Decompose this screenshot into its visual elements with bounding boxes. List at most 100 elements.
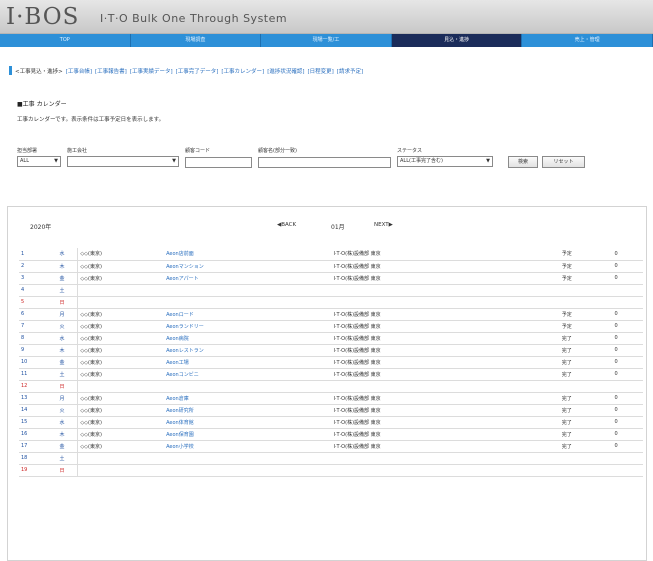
customer-name-label: 顧客名(部分一致) (258, 148, 297, 154)
calendar-row: 15 水 ◇◇(東京) Aeon体育館 I·T·O(株)設備部 東京 完了 0 (19, 416, 643, 429)
site-name-link[interactable]: Aeonランドリー (164, 320, 332, 333)
customer-cell (77, 296, 165, 309)
site-name-link[interactable]: Aeonアパート (164, 272, 332, 285)
page-title: ■工事 カレンダー (17, 101, 67, 108)
customer-cell: ◇◇(東京) (77, 368, 165, 381)
site-name-link[interactable]: Aeonロード (164, 308, 332, 321)
count-cell: 0 (612, 248, 643, 261)
breadcrumb-link-report[interactable]: [工事報告書] (95, 67, 127, 75)
status-cell: 予定 (559, 272, 613, 285)
calendar-day-number: 6 (19, 308, 58, 321)
contractor-cell: I·T·O(株)設備部 東京 (331, 332, 560, 345)
site-name-link[interactable]: Aeon保育園 (164, 428, 332, 441)
calendar-weekday: 火 (57, 404, 79, 417)
calendar-row: 18 土 (19, 452, 643, 465)
site-name-link[interactable]: Aeonレストラン (164, 344, 332, 357)
nav-tab-top[interactable]: TOP (0, 34, 131, 47)
site-name-link[interactable]: Aeon工場 (164, 356, 332, 369)
breadcrumb-link-results[interactable]: [工事実績データ] (130, 67, 173, 75)
count-cell: 0 (612, 332, 643, 345)
count-cell: 0 (612, 272, 643, 285)
status-cell: 予定 (559, 308, 613, 321)
calendar-weekday: 水 (57, 332, 79, 345)
site-name-link[interactable]: Aeon店前面 (164, 248, 332, 261)
calendar-row: 6 月 ◇◇(東京) Aeonロード I·T·O(株)設備部 東京 予定 0 (19, 308, 643, 321)
dept-select[interactable]: ALL ▼ (17, 156, 61, 167)
site-name-link[interactable]: Aeon小学校 (164, 440, 332, 453)
calendar-back-button[interactable]: ◀BACK (277, 222, 296, 228)
site-name-link[interactable]: Aeonコンビニ (164, 368, 332, 381)
calendar-weekday: 水 (57, 416, 79, 429)
site-name-link[interactable]: Aeon研究所 (164, 404, 332, 417)
status-select[interactable]: ALL(工事完了含む) ▼ (397, 156, 493, 167)
chevron-down-icon: ▼ (486, 158, 490, 164)
customer-cell: ◇◇(東京) (77, 344, 165, 357)
calendar-row: 10 金 ◇◇(東京) Aeon工場 I·T·O(株)設備部 東京 完了 0 (19, 356, 643, 369)
calendar-row: 1 水 ◇◇(東京) Aeon店前面 I·T·O(株)設備部 東京 予定 0 (19, 248, 643, 261)
count-cell (612, 284, 643, 297)
calendar-weekday: 土 (57, 284, 79, 297)
status-cell: 完了 (559, 428, 613, 441)
calendar-weekday: 土 (57, 368, 79, 381)
calendar-weekday: 金 (57, 440, 79, 453)
calendar-row: 5日 (19, 296, 643, 309)
nav-tab-progress[interactable]: 見込・進捗 (391, 34, 523, 47)
breadcrumb-link-status[interactable]: [進捗状況確認] (267, 67, 304, 75)
status-cell: 予定 (559, 320, 613, 333)
nav-tab-site-list[interactable]: 現場一覧/工 (261, 34, 392, 47)
count-cell: 0 (612, 260, 643, 273)
customer-code-label: 顧客コード (185, 148, 211, 154)
site-name-link[interactable]: Aeon体育館 (164, 416, 332, 429)
status-cell: 完了 (559, 332, 613, 345)
customer-name-input[interactable] (258, 157, 391, 168)
contractor-cell (331, 296, 560, 309)
calendar-weekday: 木 (57, 260, 79, 273)
calendar-day-number: 2 (19, 260, 58, 273)
main-nav: TOP 現場調査 現場一覧/工 見込・進捗 売上・管理 (0, 34, 653, 47)
contractor-cell: I·T·O(株)設備部 東京 (331, 248, 560, 261)
status-select-value: ALL(工事完了含む) (400, 158, 443, 164)
calendar-weekday: 木 (57, 428, 79, 441)
site-name-link[interactable]: Aeon病院 (164, 332, 332, 345)
nav-tab-sales[interactable]: 売上・管理 (522, 34, 653, 47)
status-label: ステータス (397, 148, 423, 154)
site-name-link[interactable]: Aeon倉庫 (164, 392, 332, 405)
status-cell: 完了 (559, 356, 613, 369)
calendar-weekday: 月 (57, 392, 79, 405)
calendar-day-number: 8 (19, 332, 58, 345)
customer-cell: ◇◇(東京) (77, 272, 165, 285)
nav-tab-survey[interactable]: 現場調査 (130, 34, 262, 47)
app-logo[interactable]: I·BOS (6, 4, 79, 30)
calendar-day-number: 3 (19, 272, 58, 285)
calendar-weekday: 火 (57, 320, 79, 333)
site-name-link[interactable]: Aeonマンション (164, 260, 332, 273)
status-cell: 完了 (559, 344, 613, 357)
reset-button[interactable]: リセット (542, 156, 585, 168)
breadcrumb-link-completed[interactable]: [工事完了データ] (176, 67, 219, 75)
calendar-day-number: 18 (19, 452, 58, 465)
breadcrumb-link-calendar[interactable]: [工事カレンダー] (221, 67, 264, 75)
calendar-weekday: 金 (57, 272, 79, 285)
status-cell (559, 380, 613, 393)
contractor-cell: I·T·O(株)設備部 東京 (331, 404, 560, 417)
calendar-row: 9 木 ◇◇(東京) Aeonレストラン I·T·O(株)設備部 東京 完了 0 (19, 344, 643, 357)
customer-cell (77, 452, 165, 465)
calendar-weekday: 水 (57, 248, 79, 261)
contractor-cell: I·T·O(株)設備部 東京 (331, 428, 560, 441)
calendar-next-button[interactable]: NEXT▶ (374, 222, 393, 228)
calendar-day-number: 16 (19, 428, 58, 441)
calendar-day-number: 19 (19, 464, 58, 477)
customer-code-input[interactable] (185, 157, 252, 168)
breadcrumb-link-billing[interactable]: [請求予定] (337, 67, 363, 75)
calendar-row: 13 月 ◇◇(東京) Aeon倉庫 I·T·O(株)設備部 東京 完了 0 (19, 392, 643, 405)
calendar-day-number: 15 (19, 416, 58, 429)
calendar-row: 2 木 ◇◇(東京) Aeonマンション I·T·O(株)設備部 東京 予定 0 (19, 260, 643, 273)
customer-cell (77, 464, 165, 477)
calendar-day-number: 5 (19, 296, 58, 309)
app-header: I·BOS I·T·O Bulk One Through System (0, 0, 653, 34)
breadcrumb-link-schedule[interactable]: [日程変更] (308, 67, 334, 75)
breadcrumb-link-ledger[interactable]: [工事台帳] (66, 67, 92, 75)
company-select[interactable]: ▼ (67, 156, 179, 167)
search-button[interactable]: 検索 (508, 156, 538, 168)
chevron-down-icon: ▼ (172, 158, 176, 164)
